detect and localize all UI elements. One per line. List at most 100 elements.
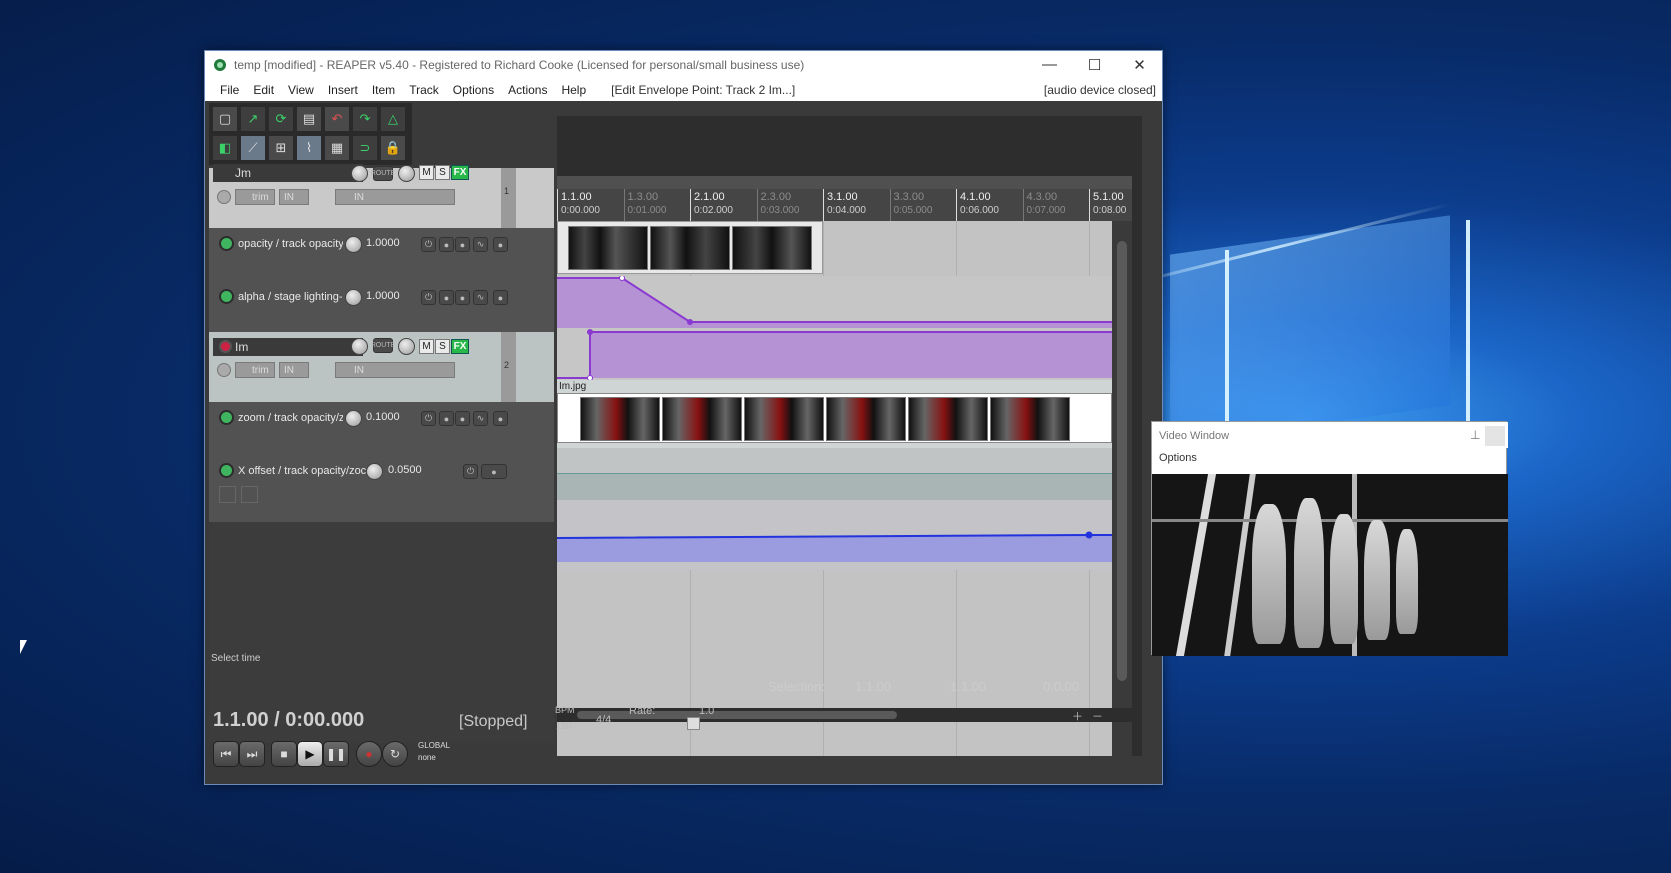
zoom-out-icon[interactable]: －: [1092, 708, 1103, 724]
horizontal-scroll-thumb[interactable]: [577, 711, 897, 719]
metronome-icon[interactable]: △: [380, 106, 406, 132]
menu-file[interactable]: File: [213, 83, 246, 97]
envelope-hide-icon[interactable]: ●: [493, 411, 508, 426]
phase-icon[interactable]: [217, 190, 231, 204]
route-button[interactable]: ROUTE: [371, 166, 395, 181]
selection-end[interactable]: 1.1.00: [950, 679, 986, 694]
rate-slider-thumb[interactable]: [687, 717, 700, 730]
envelope-bypass-icon[interactable]: ⏻: [421, 237, 436, 252]
snap-icon[interactable]: ⊃: [352, 135, 378, 161]
video-window-options-menu[interactable]: Options: [1159, 452, 1197, 464]
mute-button[interactable]: M: [419, 165, 434, 180]
new-project-icon[interactable]: ▢: [212, 106, 238, 132]
auto-crossfade-icon[interactable]: ⊞: [268, 135, 294, 161]
automation-mode-value[interactable]: none: [418, 753, 436, 762]
envelope-extra-slot[interactable]: [219, 486, 236, 503]
item-grouping-icon[interactable]: ⟋: [240, 135, 266, 161]
minimize-button[interactable]: —: [1027, 51, 1072, 78]
input-monitor-button[interactable]: IN: [279, 189, 309, 205]
pan-knob[interactable]: [398, 338, 415, 355]
time-signature[interactable]: 4/4: [596, 714, 611, 726]
envelope-shape-icon[interactable]: ∿: [473, 237, 488, 252]
menu-options[interactable]: Options: [446, 83, 501, 97]
record-arm-button[interactable]: [219, 340, 232, 353]
envelope-active-icon[interactable]: [219, 410, 234, 425]
menu-track[interactable]: Track: [402, 83, 446, 97]
pan-knob[interactable]: [398, 165, 415, 182]
solo-button[interactable]: S: [435, 339, 450, 354]
envelope-points-move-icon[interactable]: ⌇: [296, 135, 322, 161]
envelope-mode-icon[interactable]: ●: [481, 464, 507, 479]
alpha-envelope-graph[interactable]: [557, 328, 1112, 380]
volume-knob[interactable]: [351, 338, 368, 355]
envelope-bypass-icon[interactable]: ⏻: [421, 411, 436, 426]
vertical-scrollbar[interactable]: [1112, 221, 1132, 756]
stop-button[interactable]: ■: [271, 741, 297, 767]
video-window-titlebar[interactable]: Video Window: [1152, 422, 1508, 448]
envelope-hide-icon[interactable]: ●: [493, 290, 508, 305]
maximize-button[interactable]: ☐: [1072, 51, 1117, 78]
pause-button[interactable]: ❚❚: [323, 741, 349, 767]
envelope-mode-icon[interactable]: ●: [455, 237, 470, 252]
envelope-hide-icon[interactable]: ●: [493, 237, 508, 252]
zoom-in-icon[interactable]: ＋: [1072, 708, 1083, 724]
envelope-active-icon[interactable]: [219, 236, 234, 251]
menu-view[interactable]: View: [281, 83, 321, 97]
menu-help[interactable]: Help: [554, 83, 593, 97]
envelope-active-icon[interactable]: [219, 463, 234, 478]
envelope-bypass-icon[interactable]: ⏻: [421, 290, 436, 305]
envelope-arm-icon[interactable]: ●: [439, 237, 454, 252]
fx-button[interactable]: FX: [451, 165, 469, 180]
menu-insert[interactable]: Insert: [321, 83, 365, 97]
track-lanes[interactable]: Im.jpg: [557, 221, 1132, 756]
envelope-bypass-icon[interactable]: ⏻: [463, 464, 478, 479]
repeat-toggle-icon[interactable]: ↻: [382, 741, 408, 767]
open-project-icon[interactable]: ↗: [240, 106, 266, 132]
marker-lane[interactable]: [557, 176, 1132, 189]
ripple-edit-icon[interactable]: ◧: [212, 135, 238, 161]
envelope-shape-icon[interactable]: ∿: [473, 411, 488, 426]
mute-button[interactable]: M: [419, 339, 434, 354]
envelope-lane-header[interactable]: X offset / track opacity/zoc 0.0500 ⏻ ●: [209, 454, 554, 522]
envelope-shape-icon[interactable]: ∿: [473, 290, 488, 305]
menu-item[interactable]: Item: [365, 83, 402, 97]
track-name-field[interactable]: Im: [213, 338, 363, 356]
grid-icon[interactable]: ▦: [324, 135, 350, 161]
envelope-value-knob[interactable]: [345, 289, 362, 306]
input-select-dropdown[interactable]: IN: [335, 189, 455, 205]
selection-start[interactable]: 1.1.00: [855, 679, 891, 694]
envelope-value-knob[interactable]: [366, 463, 383, 480]
envelope-active-icon[interactable]: [219, 289, 234, 304]
close-button[interactable]: ✕: [1117, 51, 1162, 78]
envelope-lane-zoom[interactable]: [557, 448, 1112, 500]
bpm-value[interactable]: 120: [556, 721, 571, 731]
save-project-icon[interactable]: ⟳: [268, 106, 294, 132]
route-button[interactable]: ROUTE: [371, 338, 395, 353]
xoffset-envelope-graph[interactable]: [557, 500, 1112, 570]
solo-button[interactable]: S: [435, 165, 450, 180]
title-bar[interactable]: temp [modified] - REAPER v5.40 - Registe…: [205, 51, 1162, 78]
volume-knob[interactable]: [351, 165, 368, 182]
media-item-track2[interactable]: [557, 393, 1112, 443]
media-item-track1[interactable]: [557, 221, 823, 274]
project-settings-icon[interactable]: ▤: [296, 106, 322, 132]
envelope-extra-slot[interactable]: [241, 486, 258, 503]
fx-button[interactable]: FX: [451, 339, 469, 354]
play-button[interactable]: ▶: [297, 741, 323, 767]
selection-length[interactable]: 0.0.00: [1043, 679, 1079, 694]
input-select-dropdown[interactable]: IN: [335, 362, 455, 378]
video-window-close[interactable]: [1485, 426, 1505, 446]
track-name-field[interactable]: Jm: [213, 164, 363, 182]
timeline-ruler[interactable]: 1.1.00 0:00.000 1.3.00 0:01.000 2.1.00 0:02.0…: [557, 189, 1132, 221]
track-header-1[interactable]: Jm ROUTE M S FX trim IN IN 1: [209, 164, 554, 228]
envelope-lane-header[interactable]: zoom / track opacity/z 0.1000 ⏻ ● ● ∿ ●: [209, 402, 554, 454]
envelope-arm-icon[interactable]: ●: [439, 290, 454, 305]
envelope-lane-header[interactable]: opacity / track opacity 1.0000 ⏻ ● ● ∿ ●: [209, 228, 554, 280]
go-to-end-icon[interactable]: ⏭: [239, 741, 265, 767]
menu-actions[interactable]: Actions: [501, 83, 554, 97]
envelope-value-knob[interactable]: [345, 410, 362, 427]
go-to-start-icon[interactable]: ⏮: [213, 741, 239, 767]
envelope-mode-icon[interactable]: ●: [455, 290, 470, 305]
pin-icon[interactable]: ⊥: [1470, 428, 1480, 442]
input-monitor-button[interactable]: IN: [279, 362, 309, 378]
